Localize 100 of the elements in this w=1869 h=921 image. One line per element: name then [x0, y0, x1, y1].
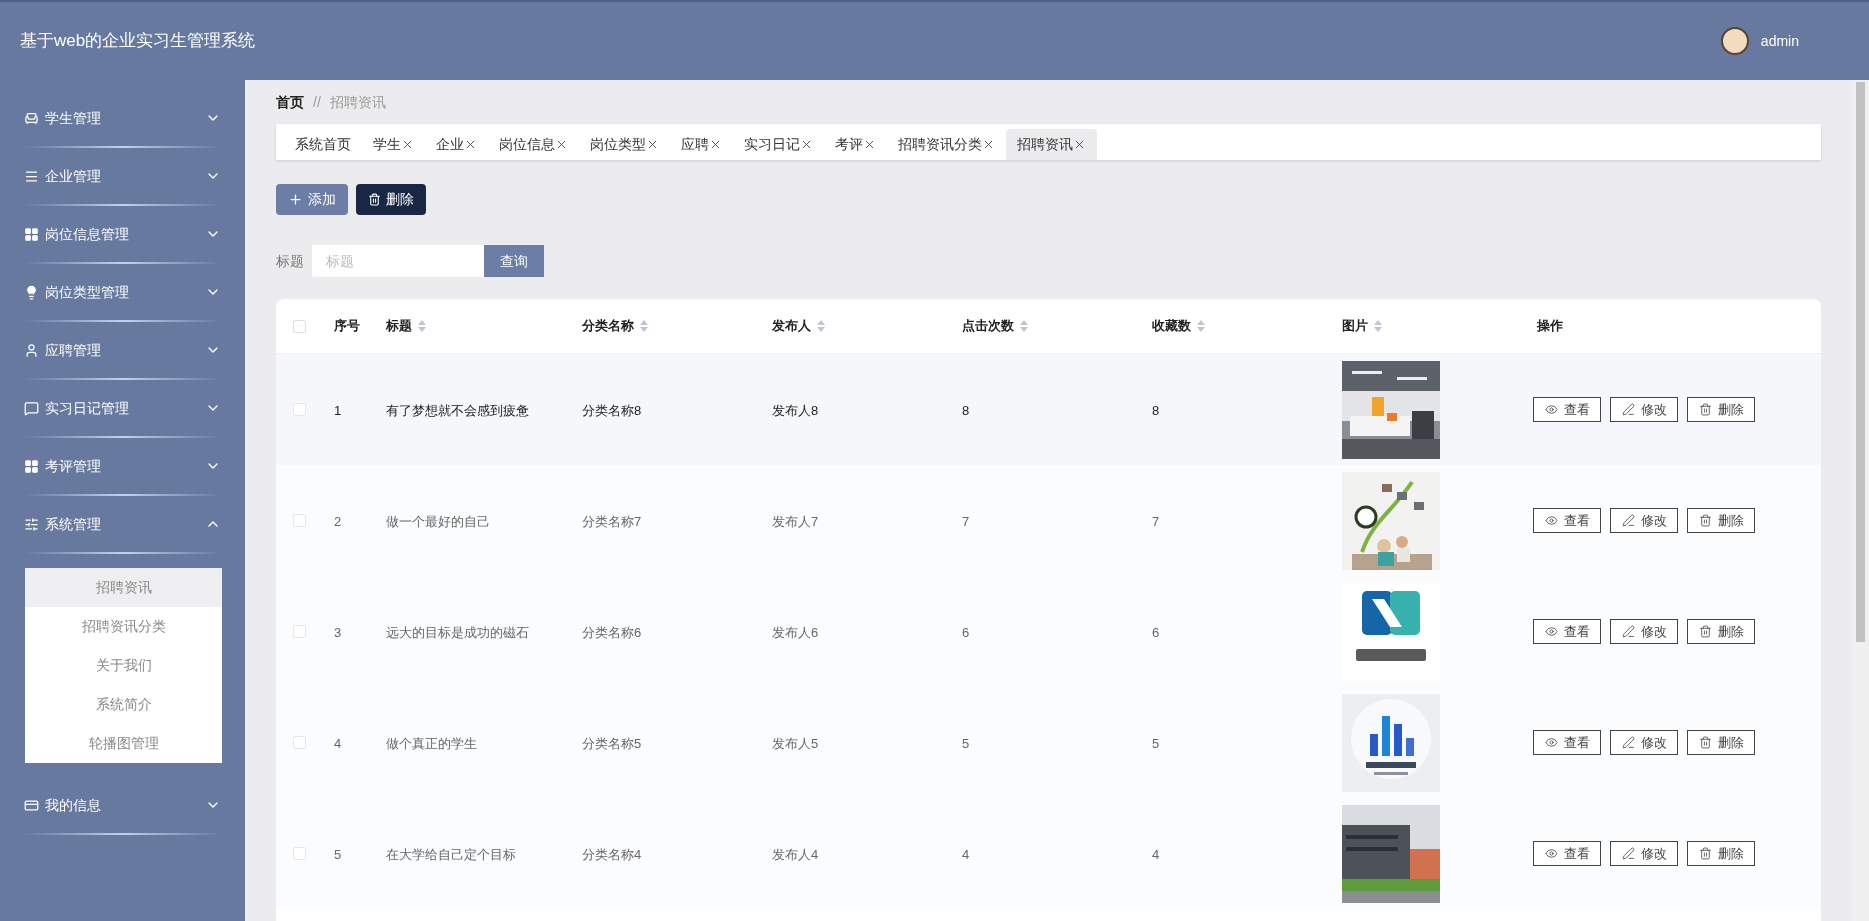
- submenu-item[interactable]: 系统简介: [25, 685, 222, 724]
- table-cell: 有了梦想就不会感到疲惫: [386, 402, 529, 418]
- sidebar-item[interactable]: 我的信息: [0, 777, 245, 833]
- edit-button[interactable]: 修改: [1610, 397, 1678, 422]
- close-icon[interactable]: [982, 138, 995, 151]
- column-header: 序号: [334, 317, 360, 336]
- column-header[interactable]: 收藏数: [1152, 316, 1191, 336]
- sort-icon[interactable]: [1020, 320, 1028, 332]
- table-cell: 分类名称8: [582, 402, 642, 418]
- tab[interactable]: 招聘资讯分类: [887, 129, 1006, 160]
- lightbulb-icon: [24, 284, 39, 300]
- table-row[interactable]: 5 在大学给自己定个目标 分类名称4 发布人4 4 4 查看 修改 删除: [276, 798, 1821, 909]
- sidebar-item[interactable]: 考评管理: [0, 438, 245, 494]
- column-header[interactable]: 分类名称: [582, 316, 634, 336]
- row-checkbox[interactable]: [292, 514, 306, 527]
- table-cell: 7: [962, 513, 970, 529]
- close-icon[interactable]: [646, 138, 659, 151]
- column-header: 操作: [1537, 317, 1563, 336]
- delete-button[interactable]: 删除: [1687, 619, 1755, 644]
- tab[interactable]: 企业: [425, 129, 488, 160]
- sliders-icon: [24, 516, 39, 532]
- chat-icon: [24, 400, 39, 416]
- table-cell: 4: [962, 846, 970, 862]
- edit-button[interactable]: 修改: [1610, 619, 1678, 644]
- sort-icon[interactable]: [1374, 320, 1382, 332]
- select-all-checkbox[interactable]: [292, 319, 306, 333]
- tab[interactable]: 考评: [824, 129, 887, 160]
- close-icon[interactable]: [401, 138, 414, 151]
- edit-button[interactable]: 修改: [1610, 730, 1678, 755]
- avatar[interactable]: [1720, 27, 1749, 55]
- view-button[interactable]: 查看: [1533, 508, 1601, 533]
- edit-button[interactable]: 修改: [1610, 508, 1678, 533]
- submenu-item[interactable]: 招聘资讯分类: [25, 607, 222, 646]
- tab[interactable]: 招聘资讯: [1006, 129, 1097, 160]
- submenu-item[interactable]: 关于我们: [25, 646, 222, 685]
- search-button[interactable]: 查询: [484, 245, 544, 277]
- sort-icon[interactable]: [640, 320, 648, 332]
- close-icon[interactable]: [1073, 138, 1086, 151]
- delete-button[interactable]: 删除: [356, 184, 426, 215]
- add-button[interactable]: 添加: [276, 184, 348, 215]
- close-icon[interactable]: [709, 138, 722, 151]
- delete-button[interactable]: 删除: [1687, 841, 1755, 866]
- eye-icon: [1544, 847, 1558, 860]
- sidebar-item[interactable]: 系统管理: [0, 496, 245, 552]
- close-icon[interactable]: [464, 138, 477, 151]
- table-row[interactable]: 1 有了梦想就不会感到疲惫 分类名称8 发布人8 8 8 查看 修改 删除: [276, 354, 1821, 465]
- view-button[interactable]: 查看: [1533, 397, 1601, 422]
- view-button[interactable]: 查看: [1533, 841, 1601, 866]
- sidebar-item[interactable]: 学生管理: [0, 90, 245, 146]
- close-icon[interactable]: [555, 138, 568, 151]
- delete-button[interactable]: 删除: [1687, 397, 1755, 422]
- column-header[interactable]: 图片: [1342, 316, 1368, 336]
- view-button[interactable]: 查看: [1533, 730, 1601, 755]
- table-cell: 发布人5: [772, 735, 819, 751]
- breadcrumb-link[interactable]: 首页: [276, 91, 304, 113]
- sort-icon[interactable]: [418, 320, 426, 332]
- sidebar-item[interactable]: 岗位信息管理: [0, 206, 245, 262]
- tab[interactable]: 岗位信息: [488, 129, 579, 160]
- eye-icon: [1544, 514, 1558, 527]
- column-header[interactable]: 标题: [386, 316, 412, 336]
- sidebar-item[interactable]: 应聘管理: [0, 322, 245, 378]
- sidebar-item[interactable]: 企业管理: [0, 148, 245, 204]
- tab[interactable]: 应聘: [670, 129, 733, 160]
- list-icon: [24, 168, 39, 184]
- table-row[interactable]: 3 远大的目标是成功的磁石 分类名称6 发布人6 6 6 查看 修改 删除: [276, 576, 1821, 687]
- sidebar-item[interactable]: 岗位类型管理: [0, 264, 245, 320]
- tab[interactable]: 系统首页: [284, 129, 362, 160]
- row-checkbox[interactable]: [292, 403, 306, 416]
- close-icon[interactable]: [863, 138, 876, 151]
- tab[interactable]: 实习日记: [733, 129, 824, 160]
- table-cell: 8: [962, 402, 970, 418]
- table-row[interactable]: 4 做个真正的学生 分类名称5 发布人5 5 5 查看 修改 删除: [276, 687, 1821, 798]
- view-button[interactable]: 查看: [1533, 619, 1601, 644]
- sort-icon[interactable]: [1197, 320, 1205, 332]
- table-cell: 4: [1152, 846, 1160, 862]
- sidebar-item[interactable]: 实习日记管理: [0, 380, 245, 436]
- trash-icon: [1698, 736, 1712, 749]
- row-checkbox[interactable]: [292, 847, 306, 860]
- delete-button[interactable]: 删除: [1687, 508, 1755, 533]
- table-cell: 分类名称5: [582, 735, 642, 751]
- row-checkbox[interactable]: [292, 625, 306, 638]
- column-header[interactable]: 发布人: [772, 316, 811, 336]
- table-cell: 5: [1152, 735, 1160, 751]
- close-icon[interactable]: [800, 138, 813, 151]
- table-row[interactable]: 2 做一个最好的自己 分类名称7 发布人7 7 7 查看 修改 删除: [276, 465, 1821, 576]
- title-field[interactable]: 标题: [312, 245, 484, 277]
- row-checkbox[interactable]: [292, 736, 306, 749]
- table-cell: 分类名称4: [582, 846, 642, 862]
- tab[interactable]: 岗位类型: [579, 129, 670, 160]
- table-cell: 4: [334, 735, 342, 751]
- user-name[interactable]: admin: [1760, 30, 1799, 52]
- submenu-item[interactable]: 轮播图管理: [25, 724, 222, 763]
- tab[interactable]: 学生: [362, 129, 425, 160]
- scrollbar[interactable]: [1852, 80, 1869, 921]
- pencil-icon: [1621, 736, 1635, 749]
- delete-button[interactable]: 删除: [1687, 730, 1755, 755]
- sort-icon[interactable]: [817, 320, 825, 332]
- table-cell: 7: [1152, 513, 1160, 529]
- column-header[interactable]: 点击次数: [962, 316, 1014, 336]
- edit-button[interactable]: 修改: [1610, 841, 1678, 866]
